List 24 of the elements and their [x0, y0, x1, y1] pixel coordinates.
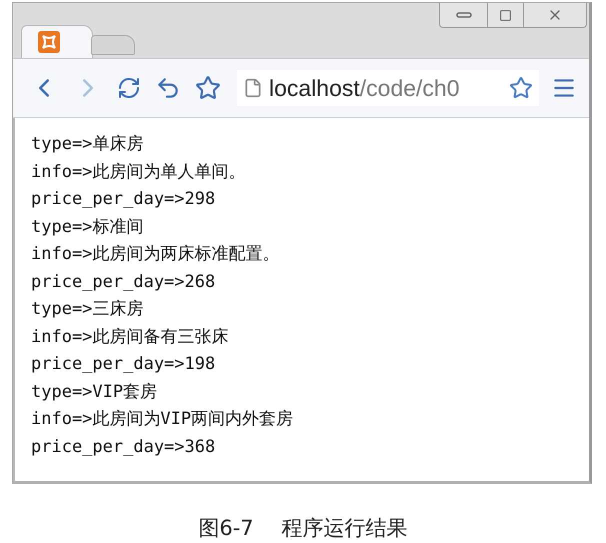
figure-caption: 程序运行结果	[282, 515, 408, 542]
browser-tab[interactable]	[21, 25, 93, 58]
output-line: info=>此房间为两床标准配置。	[31, 243, 280, 266]
url-text: localhost/code/ch0	[269, 74, 461, 102]
output-line: type=>标准间	[31, 216, 144, 238]
output-line: type=>三床房	[31, 298, 144, 321]
output-line: type=>VIP套房	[31, 380, 158, 404]
output-line: info=>此房间为VIP两间内外套房	[31, 408, 294, 431]
maximize-icon	[499, 8, 512, 22]
page-icon	[243, 78, 263, 98]
minimize-icon	[456, 12, 472, 18]
output-line: price_per_day=>268	[31, 270, 216, 294]
output-line: price_per_day=>368	[31, 436, 216, 458]
app-logo-icon	[38, 31, 60, 53]
address-bar[interactable]: localhost/code/ch0	[237, 70, 539, 106]
output-line: type=>单床房	[31, 133, 144, 156]
output-line: price_per_day=>198	[31, 353, 216, 376]
reload-icon	[117, 76, 141, 100]
output-line: info=>此房间备有三张床	[31, 326, 230, 348]
output-line: info=>此房间为单人单间。	[31, 160, 246, 184]
output-line: price_per_day=>298	[31, 188, 216, 211]
figure-number: 图6-7	[198, 515, 254, 542]
star-icon[interactable]	[509, 76, 533, 100]
star-icon	[195, 75, 221, 101]
